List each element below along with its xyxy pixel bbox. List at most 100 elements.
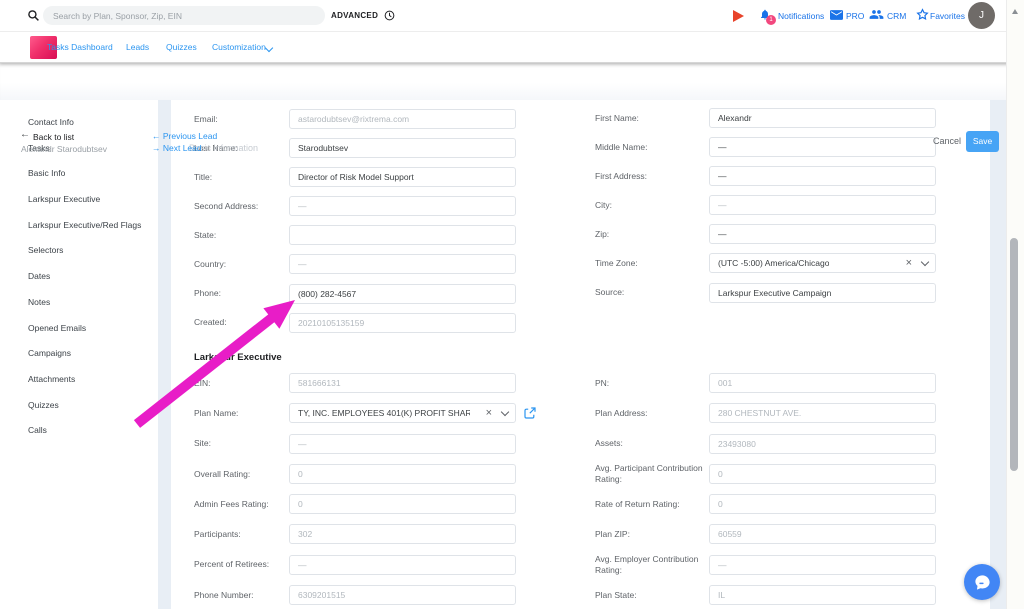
field-input[interactable]: (UTC -5:00) America/Chicago ×: [709, 253, 936, 273]
form-row: Plan ZIP: 60559 ×: [595, 524, 936, 544]
field-value: 280 CHESTNUT AVE.: [718, 408, 801, 418]
form-row: City: — ×: [595, 195, 936, 215]
sidebar-item-selectors[interactable]: Selectors: [0, 238, 158, 264]
field-label: Avg. Employer Contribution Rating:: [595, 554, 709, 575]
field-value: 0: [298, 499, 303, 509]
field-label: Site:: [194, 438, 289, 449]
form-row: Plan Address: 280 CHESTNUT AVE. ×: [595, 403, 936, 423]
chevron-down-icon[interactable]: [921, 258, 929, 266]
form-row: Email: astarodubtsev@rixtrema.com ×: [194, 109, 516, 129]
sidebar-item-campaigns[interactable]: Campaigns: [0, 341, 158, 367]
field-value: Alexandr: [718, 113, 752, 123]
back-arrow-icon[interactable]: ←: [20, 129, 30, 140]
chat-fab-button[interactable]: [964, 564, 1000, 600]
field-input: — ×: [709, 195, 936, 215]
play-icon[interactable]: [733, 10, 744, 22]
crm-button[interactable]: CRM: [887, 11, 906, 21]
pro-button[interactable]: PRO: [846, 11, 864, 21]
field-input[interactable]: Starodubtsev ×: [289, 138, 516, 158]
field-input: 581666131 ×: [289, 373, 516, 393]
form-row: First Name: Alexandr ×: [595, 108, 936, 128]
previous-lead-link[interactable]: ← Previous Lead: [152, 131, 217, 141]
sidebar-item-calls[interactable]: Calls: [0, 418, 158, 444]
field-input: 280 CHESTNUT AVE. ×: [709, 403, 936, 423]
search-input[interactable]: [43, 6, 325, 25]
field-input: 0 ×: [289, 464, 516, 484]
scrollbar-thumb[interactable]: [1010, 238, 1018, 471]
form-row: PN: 001 ×: [595, 373, 936, 393]
field-value: —: [718, 142, 727, 152]
external-link-icon[interactable]: [524, 407, 536, 419]
field-label: Plan ZIP:: [595, 529, 709, 540]
field-input[interactable]: TY, INC. EMPLOYEES 401(K) PROFIT SHARING…: [289, 403, 516, 423]
advanced-search-button[interactable]: ADVANCED: [331, 11, 378, 20]
form-row: Country: — ×: [194, 254, 516, 274]
favorites-button[interactable]: Favorites: [930, 11, 965, 21]
nav-leads[interactable]: Leads: [126, 42, 149, 52]
form-row: Phone: (800) 282-4567 ×: [194, 284, 516, 304]
field-label: Admin Fees Rating:: [194, 499, 289, 510]
field-label: Plan Address:: [595, 408, 709, 419]
search-icon: [27, 9, 40, 22]
form-row: Zip: — ×: [595, 224, 936, 244]
sidebar-item-dates[interactable]: Dates: [0, 264, 158, 290]
field-value: 0: [718, 499, 723, 509]
field-value: 6309201515: [298, 590, 345, 600]
sidebar-item-attachments[interactable]: Attachments: [0, 367, 158, 393]
field-input[interactable]: — ×: [709, 166, 936, 186]
field-input[interactable]: Director of Risk Model Support ×: [289, 167, 516, 187]
field-label: EIN:: [194, 378, 289, 389]
field-value: —: [298, 259, 307, 269]
larkspur-right-column: PN: 001 × Plan Address: 280 CHEST: [595, 373, 936, 609]
chevron-down-icon[interactable]: [501, 408, 509, 416]
clock-icon[interactable]: [384, 10, 395, 21]
form-row: Avg. Participant Contribution Rating: 0 …: [595, 464, 936, 484]
nav-tasks-dashboard[interactable]: Tasks Dashboard: [47, 42, 113, 52]
scrollbar-up-arrow[interactable]: [1012, 9, 1018, 14]
field-label: Title:: [194, 172, 289, 183]
field-input: — ×: [289, 196, 516, 216]
nav-quizzes[interactable]: Quizzes: [166, 42, 197, 52]
field-value: 20210105135159: [298, 318, 364, 328]
field-input[interactable]: (800) 282-4567 ×: [289, 284, 516, 304]
favorites-star-icon[interactable]: [916, 8, 929, 21]
field-label: Email:: [194, 114, 289, 125]
sidebar-item-opened-emails[interactable]: Opened Emails: [0, 316, 158, 342]
field-label: Second Address:: [194, 201, 289, 212]
field-input: 60559 ×: [709, 524, 936, 544]
chevron-down-icon[interactable]: [265, 44, 273, 52]
field-label: Source:: [595, 287, 709, 298]
topbar: ADVANCED 1 Notifications PRO CRM Favorit…: [0, 0, 1024, 32]
clear-icon[interactable]: ×: [486, 408, 492, 419]
pro-envelope-icon[interactable]: [830, 10, 843, 20]
next-lead-link[interactable]: → Next Lead: [152, 143, 202, 153]
sidebar-item-larkspur-executive[interactable]: Larkspur Executive: [0, 187, 158, 213]
sidebar-item-notes[interactable]: Notes: [0, 290, 158, 316]
crm-people-icon[interactable]: [869, 9, 884, 20]
field-input[interactable]: — ×: [709, 224, 936, 244]
sidebar-item-larkspur-executive-red-flags[interactable]: Larkspur Executive/Red Flags: [0, 213, 158, 239]
avatar[interactable]: J: [968, 2, 995, 29]
field-value: —: [298, 560, 307, 570]
save-button[interactable]: Save: [966, 131, 999, 152]
field-input[interactable]: Larkspur Executive Campaign ×: [709, 283, 936, 303]
field-input[interactable]: Alexandr ×: [709, 108, 936, 128]
field-input: 23493080 ×: [709, 434, 936, 454]
scrollbar-track[interactable]: [1006, 0, 1024, 609]
back-to-list-link[interactable]: Back to list: [33, 132, 74, 142]
nav-customization[interactable]: Customization: [212, 42, 266, 52]
cancel-button[interactable]: Cancel: [933, 136, 961, 146]
field-value: IL: [718, 590, 725, 600]
field-input[interactable]: — ×: [709, 137, 936, 157]
clear-icon[interactable]: ×: [906, 258, 912, 269]
field-label: Participants:: [194, 529, 289, 540]
field-value: 001: [718, 378, 732, 388]
field-label: Assets:: [595, 438, 709, 449]
field-input[interactable]: ×: [289, 225, 516, 245]
field-input: — ×: [709, 555, 936, 575]
form-row: Time Zone: (UTC -5:00) America/Chicago ×: [595, 253, 936, 273]
sidebar-item-basic-info[interactable]: Basic Info: [0, 161, 158, 187]
sidebar-item-quizzes[interactable]: Quizzes: [0, 393, 158, 419]
notifications-button[interactable]: Notifications: [778, 11, 824, 21]
field-input: 0 ×: [709, 464, 936, 484]
